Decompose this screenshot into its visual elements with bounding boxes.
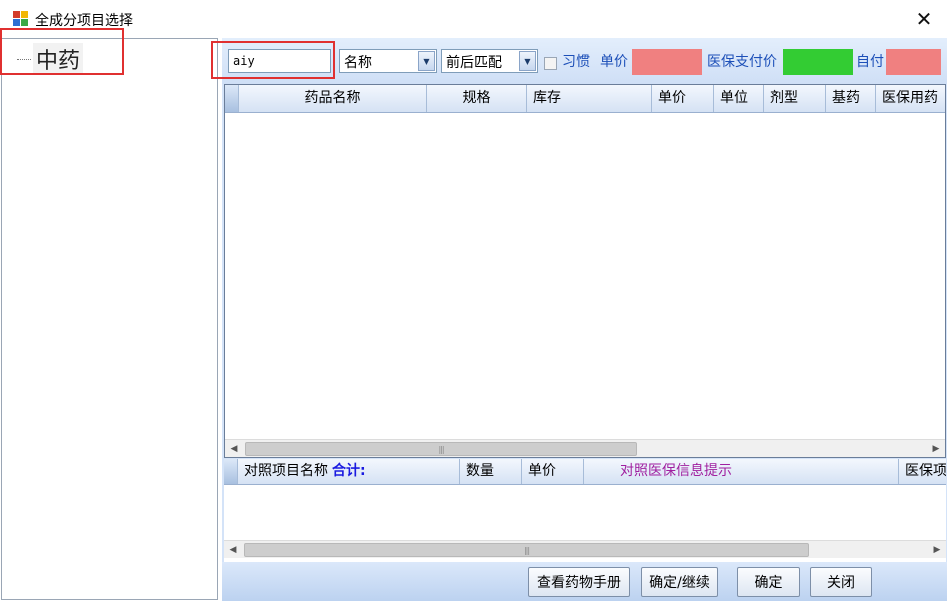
button-bar: 查看药物手册 确定/继续 确定 关闭: [222, 562, 947, 601]
total-label: 合计:: [332, 463, 366, 479]
confirm-button[interactable]: 确定: [737, 567, 800, 597]
habit-checkbox[interactable]: [544, 57, 557, 70]
column-header-insurance-hint[interactable]: 对照医保信息提示: [584, 459, 899, 484]
search-toolbar: 名称 ▼ 前后匹配 ▼ 习惯 单价 医保支付价 自付: [222, 38, 947, 84]
column-header-quantity[interactable]: 数量: [460, 459, 522, 484]
column-header-price[interactable]: 单价: [652, 85, 714, 112]
price-label: 单价: [600, 54, 628, 70]
scroll-left-icon[interactable]: ◀: [224, 541, 242, 558]
search-field-combo[interactable]: 名称 ▼: [339, 49, 437, 73]
column-header-spec[interactable]: 规格: [427, 85, 527, 112]
scroll-thumb[interactable]: |||: [244, 543, 809, 557]
column-header-essential-drug[interactable]: 基药: [826, 85, 876, 112]
row-header-cell: [224, 459, 238, 484]
scroll-thumb[interactable]: |||: [245, 442, 637, 456]
column-header-stock[interactable]: 库存: [527, 85, 652, 112]
column-header-insurance-drug[interactable]: 医保用药: [876, 85, 945, 112]
self-pay-label: 自付: [856, 54, 884, 70]
scroll-right-icon[interactable]: ▶: [928, 541, 946, 558]
drug-grid-hscrollbar[interactable]: ◀ ||| ▶: [225, 439, 945, 457]
tree-line: [17, 58, 31, 60]
main-pane: 名称 ▼ 前后匹配 ▼ 习惯 单价 医保支付价 自付 药品名称 规格 库存 单价…: [222, 38, 947, 601]
close-icon: ✕: [915, 7, 933, 31]
mapping-grid[interactable]: 对照项目名称 合计: 数量 单价 对照医保信息提示 医保项 ◀ ||| ▶: [224, 459, 946, 565]
self-pay-color-swatch: [886, 49, 941, 75]
category-tree[interactable]: 中药: [1, 38, 218, 600]
scroll-left-icon[interactable]: ◀: [225, 440, 243, 457]
column-header-dosage-form[interactable]: 剂型: [764, 85, 826, 112]
column-header-unit[interactable]: 单位: [714, 85, 764, 112]
column-header-drug-name[interactable]: 药品名称: [239, 85, 427, 112]
app-icon: [13, 11, 29, 27]
mapping-name-label: 对照项目名称: [244, 463, 328, 479]
tree-node-label: 中药: [33, 43, 84, 75]
insurance-price-color-swatch: [783, 49, 853, 75]
scroll-right-icon[interactable]: ▶: [927, 440, 945, 457]
column-header-insurance-item[interactable]: 医保项: [899, 459, 946, 484]
price-color-swatch: [632, 49, 702, 75]
column-header-mapping-name[interactable]: 对照项目名称 合计:: [238, 459, 460, 484]
mapping-grid-header: 对照项目名称 合计: 数量 单价 对照医保信息提示 医保项: [224, 459, 946, 485]
chevron-down-icon[interactable]: ▼: [519, 51, 536, 71]
column-header-unit-price[interactable]: 单价: [522, 459, 584, 484]
drug-grid-header: 药品名称 规格 库存 单价 单位 剂型 基药 医保用药: [225, 85, 945, 113]
confirm-continue-button[interactable]: 确定/继续: [641, 567, 718, 597]
mapping-grid-hscrollbar[interactable]: ◀ ||| ▶: [224, 540, 946, 558]
close-window-button[interactable]: ✕: [901, 0, 947, 38]
close-button[interactable]: 关闭: [810, 567, 872, 597]
tree-node-root[interactable]: 中药: [17, 43, 84, 75]
match-mode-value: 前后匹配: [446, 55, 502, 71]
drug-grid[interactable]: 药品名称 规格 库存 单价 单位 剂型 基药 医保用药 ◀ ||| ▶: [224, 84, 946, 458]
match-mode-combo[interactable]: 前后匹配 ▼: [441, 49, 538, 73]
habit-label: 习惯: [562, 54, 590, 70]
title-bar: 全成分项目选择 ✕: [0, 0, 947, 38]
view-drug-manual-button[interactable]: 查看药物手册: [528, 567, 630, 597]
insurance-price-label: 医保支付价: [707, 54, 777, 70]
row-header-cell: [225, 85, 239, 112]
chevron-down-icon[interactable]: ▼: [418, 51, 435, 71]
window-title: 全成分项目选择: [35, 13, 133, 29]
search-input[interactable]: [228, 49, 331, 73]
search-field-value: 名称: [344, 55, 372, 71]
